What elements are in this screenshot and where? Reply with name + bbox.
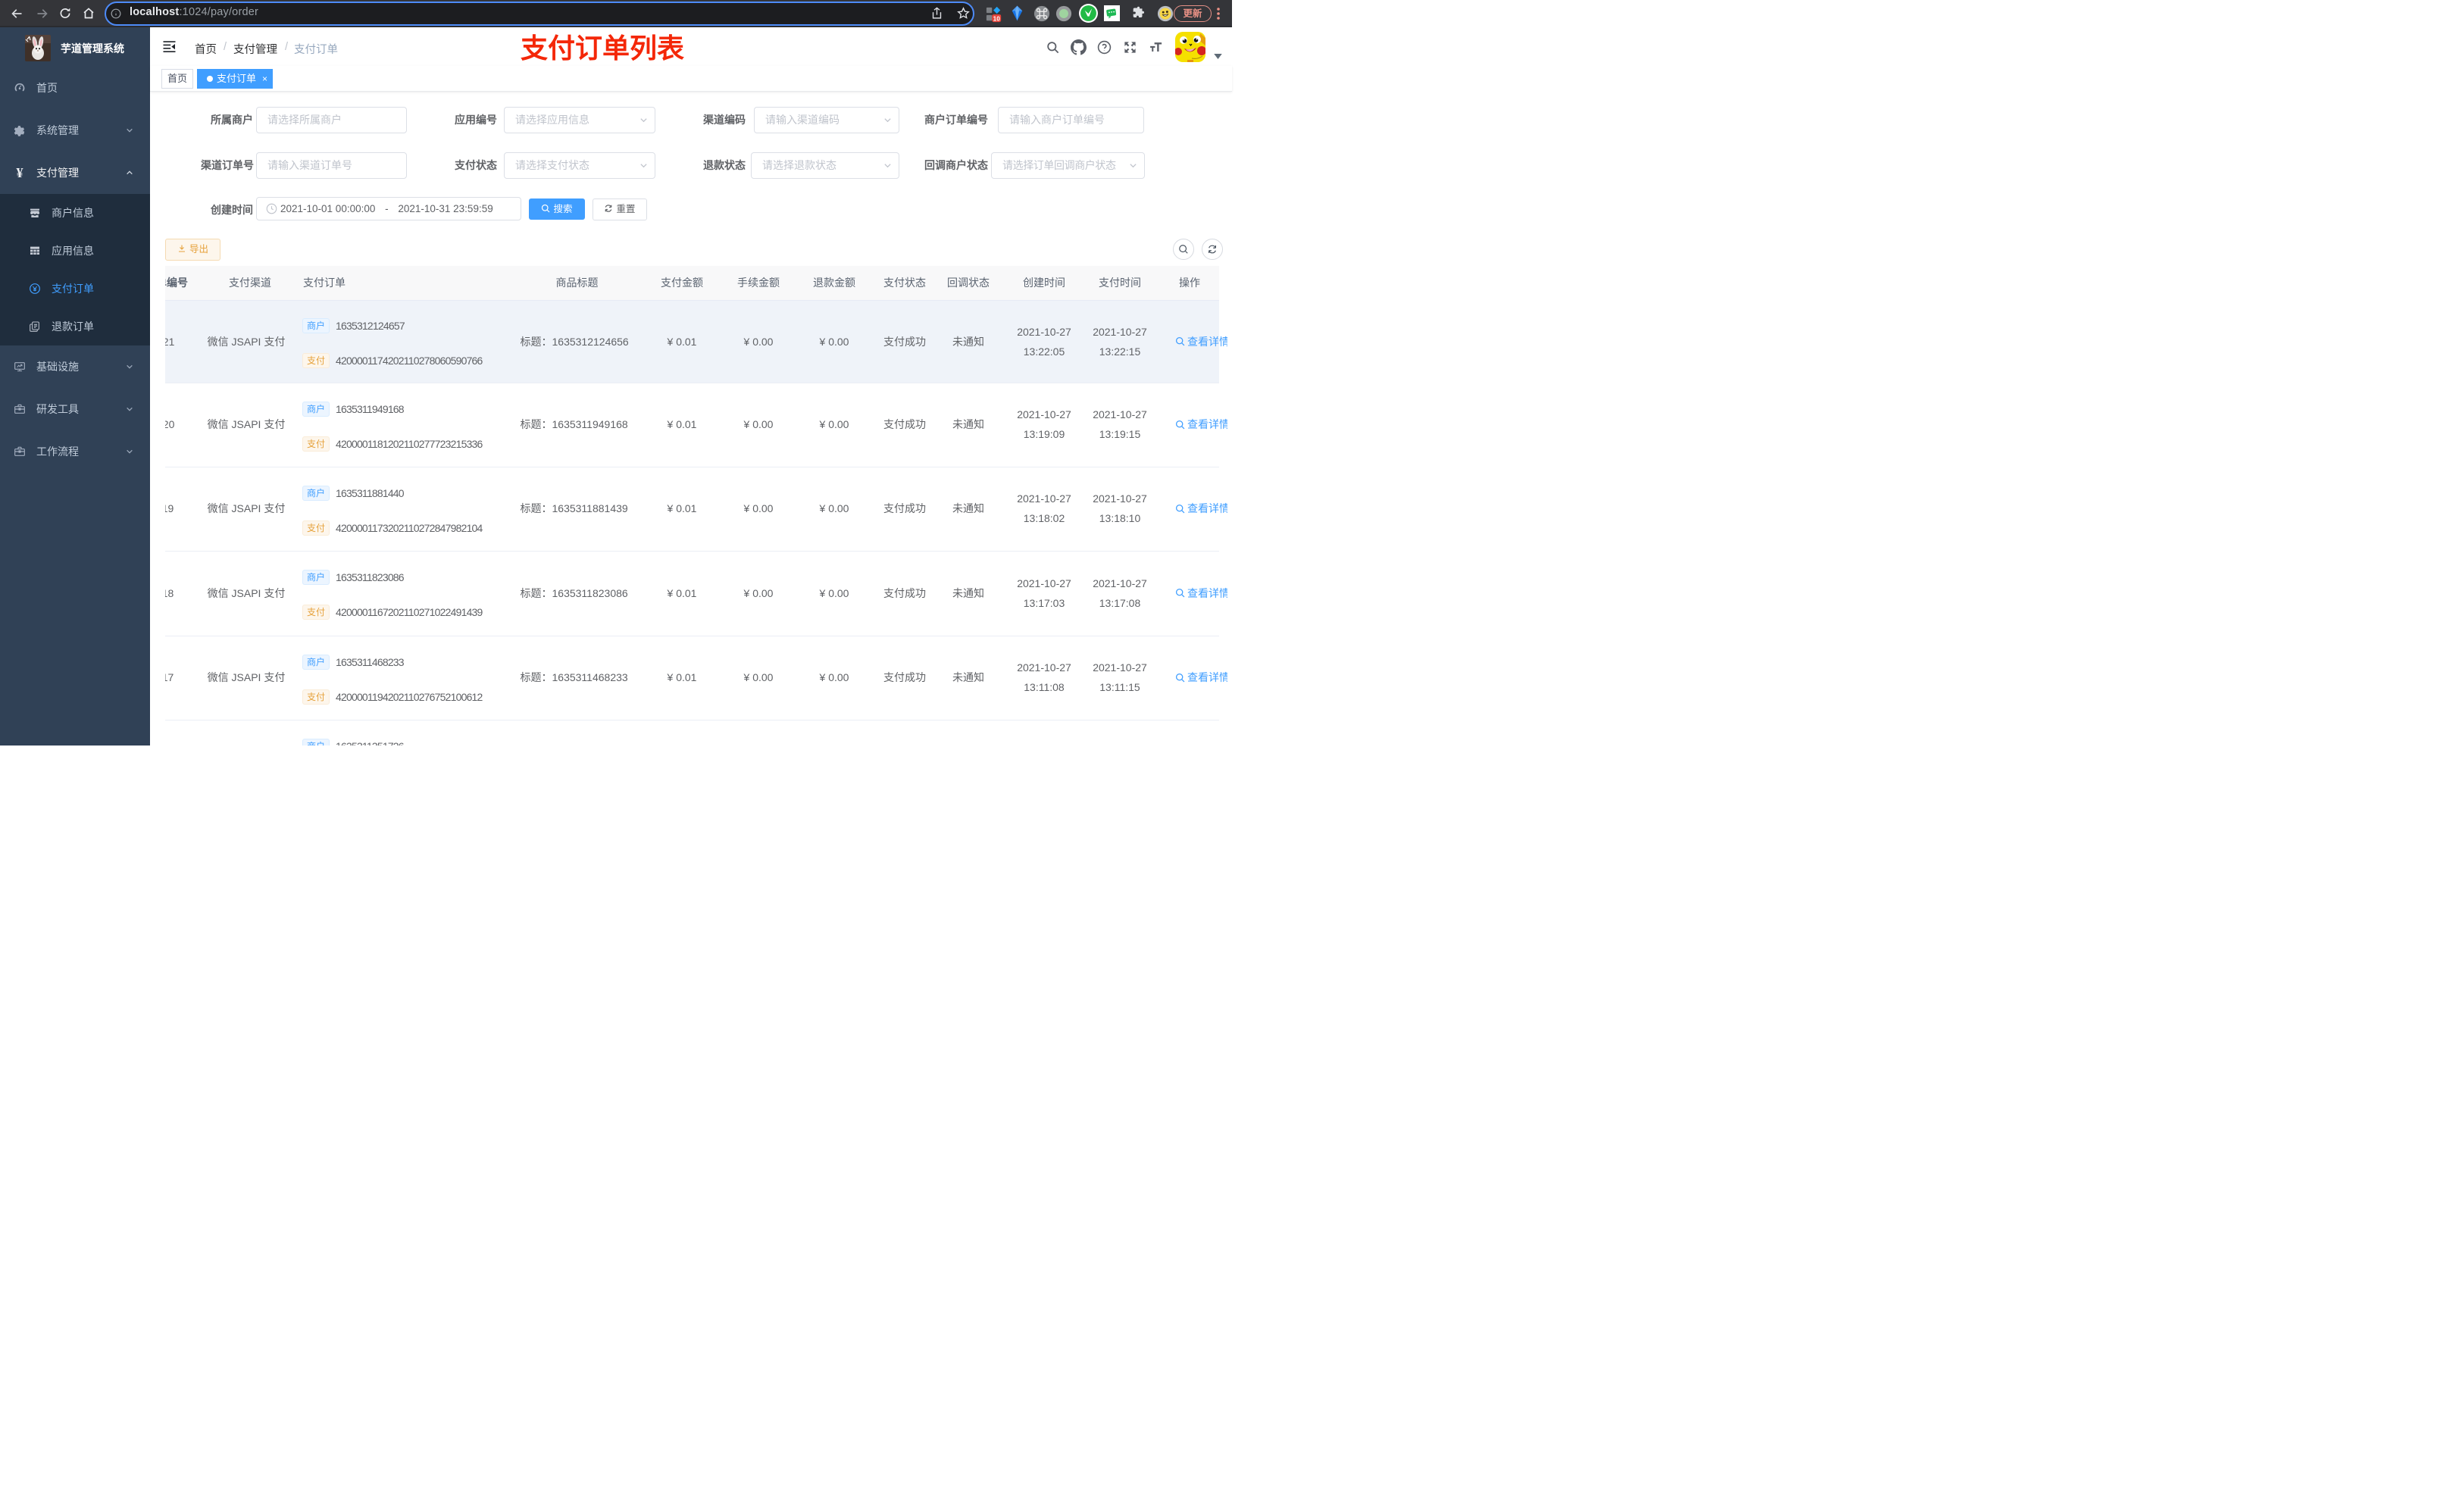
svg-text:10: 10 (993, 15, 1001, 22)
